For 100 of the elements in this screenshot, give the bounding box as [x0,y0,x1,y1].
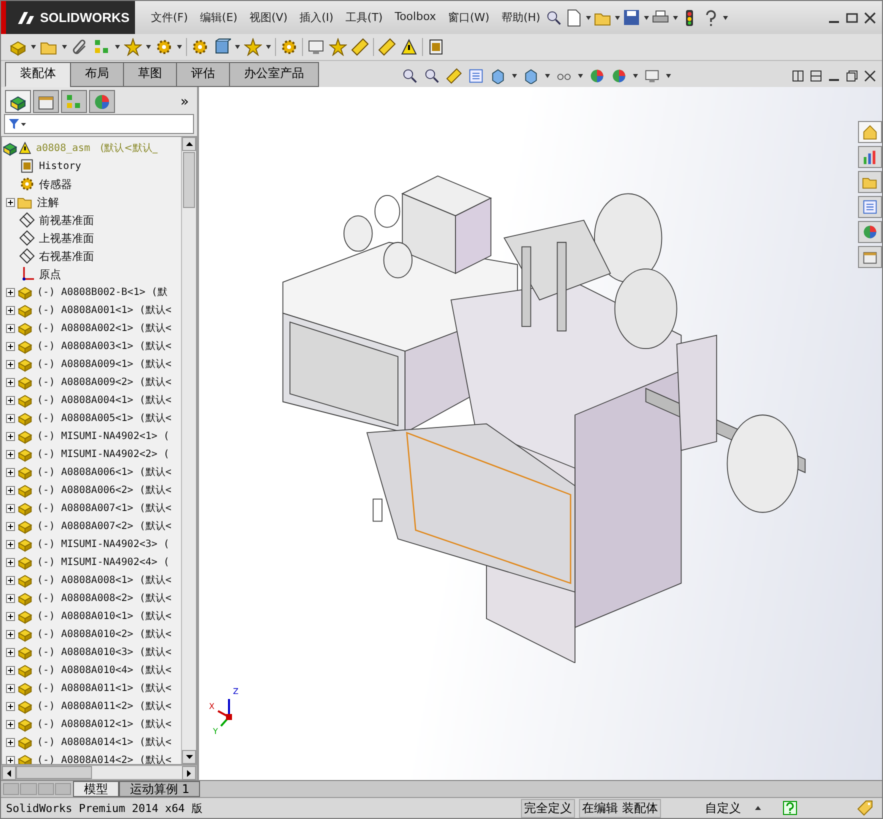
menu-item[interactable]: 编辑(E) [194,10,244,25]
expand-toggle[interactable] [6,738,15,746]
tree-item[interactable]: (-) A0808A004<1> (默认< [37,393,172,407]
caret-icon[interactable] [545,74,550,78]
expand-toggle[interactable] [6,378,15,386]
tree-item[interactable]: (-) A0808A003<1> (默认< [37,339,172,353]
command-tab[interactable]: 装配体 [5,62,71,87]
caret-icon[interactable] [615,16,620,20]
expand-toggle[interactable] [6,432,15,440]
expand-toggle[interactable] [6,342,15,350]
tree-item[interactable]: (-) MISUMI-NA4902<4> ( [37,556,170,568]
expand-toggle[interactable] [6,612,15,620]
monitor-icon[interactable] [644,68,660,84]
expand-toggle[interactable] [6,396,15,404]
caret-icon[interactable] [31,45,36,49]
caret-icon[interactable] [644,16,650,20]
tree-item[interactable]: (-) A0808A010<2> (默认< [37,627,172,641]
star-icon[interactable] [329,38,347,56]
model-tab[interactable]: 模型 [73,781,119,797]
caret-icon[interactable] [146,45,151,49]
task-pane-button[interactable] [858,246,882,268]
tree-item[interactable]: (-) A0808A014<1> (默认< [37,735,172,749]
tree-item[interactable]: (-) MISUMI-NA4902<2> ( [37,448,170,460]
tree-item[interactable]: (-) MISUMI-NA4902<1> ( [37,430,170,442]
scroll-thumb[interactable] [16,766,92,779]
tree-item[interactable]: (-) A0808B002-B<1> (默 [37,285,168,299]
tree-item[interactable]: 传感器 [39,176,72,192]
tree-item[interactable]: (-) A0808A007<1> (默认< [37,501,172,515]
caret-icon[interactable] [586,16,592,20]
expand-toggle[interactable] [6,756,15,764]
restore-icon[interactable] [846,70,858,82]
task-pane-button[interactable] [858,121,882,143]
caret-icon[interactable] [512,74,517,78]
sphere-icon[interactable] [589,68,605,84]
tree-item[interactable]: (-) A0808A008<2> (默认< [37,591,172,605]
close-icon[interactable] [864,12,876,24]
ruler-icon[interactable] [351,38,369,56]
tree-item[interactable]: (-) A0808A010<1> (默认< [37,609,172,623]
menu-item[interactable]: Toolbox [388,10,442,25]
tree-item[interactable]: (-) A0808A001<1> (默认< [37,303,172,317]
tree-item[interactable]: (-) A0808A006<1> (默认< [37,465,172,479]
more-button[interactable]: » [180,94,193,110]
expand-toggle[interactable] [6,540,15,548]
expand-toggle[interactable] [6,288,15,296]
expand-toggle[interactable] [6,702,15,710]
close-icon[interactable] [864,70,876,82]
monitor-icon[interactable] [307,38,325,56]
filter-field[interactable] [4,114,194,134]
expand-toggle[interactable] [6,648,15,656]
tree-item[interactable]: (-) A0808A002<1> (默认< [37,321,172,335]
caret-icon[interactable] [633,74,638,78]
ruler-icon[interactable] [378,38,396,56]
cube-icon[interactable] [490,68,506,84]
expand-toggle[interactable] [6,468,15,476]
expand-toggle[interactable] [6,486,15,494]
gear-icon[interactable] [280,38,298,56]
tree-item[interactable]: History [39,160,82,172]
expand-toggle[interactable] [6,558,15,566]
zoom-area-icon[interactable] [424,68,440,84]
caret-icon[interactable] [578,74,583,78]
command-tab[interactable]: 草图 [123,62,177,87]
expand-toggle[interactable] [6,324,15,332]
tree-item[interactable]: (-) A0808A006<2> (默认< [37,483,172,497]
box-icon[interactable] [213,38,231,56]
expand-toggle[interactable] [6,630,15,638]
expand-toggle[interactable] [6,360,15,368]
warning-icon[interactable] [400,38,418,56]
expand-toggle[interactable] [6,594,15,602]
scrollbar[interactable] [181,137,196,764]
tree-item[interactable]: (-) A0808A009<2> (默认< [37,375,172,389]
tree-item[interactable]: 原点 [39,266,61,282]
gear-icon[interactable] [155,38,173,56]
panel-tab[interactable] [5,90,31,113]
units-menu[interactable]: 自定义 [704,800,741,816]
expand-toggle[interactable] [6,198,15,206]
expand-toggle[interactable] [6,720,15,728]
panel-tab[interactable] [33,90,59,113]
menu-item[interactable]: 文件(F) [145,10,194,25]
task-pane-button[interactable] [858,171,882,193]
star-icon[interactable] [124,38,142,56]
tree-item[interactable]: (-) A0808A010<3> (默认< [37,645,172,659]
caret-icon[interactable] [666,74,671,78]
scroll-right-icon[interactable] [187,770,191,776]
tree-item[interactable]: 注解 [37,194,59,210]
tree-item[interactable]: 上视基准面 [39,230,94,246]
expand-toggle[interactable] [6,576,15,584]
command-tab[interactable]: 评估 [176,62,230,87]
zoom-icon[interactable] [402,68,418,84]
tree-item[interactable]: (-) A0808A010<4> (默认< [37,663,172,677]
tree-item[interactable]: (-) A0808A005<1> (默认< [37,411,172,425]
menu-item[interactable]: 视图(V) [243,10,294,25]
caret-icon[interactable] [723,16,728,20]
expand-toggle[interactable] [6,450,15,458]
expand-toggle[interactable] [6,666,15,674]
expand-toggle[interactable] [6,504,15,512]
tree-item[interactable]: (-) MISUMI-NA4902<3> ( [37,538,170,550]
tree-item[interactable]: 右视基准面 [39,248,94,264]
tile-icon[interactable] [792,70,804,82]
menu-item[interactable]: 帮助(H) [495,10,546,25]
caret-up-icon[interactable] [754,806,761,810]
